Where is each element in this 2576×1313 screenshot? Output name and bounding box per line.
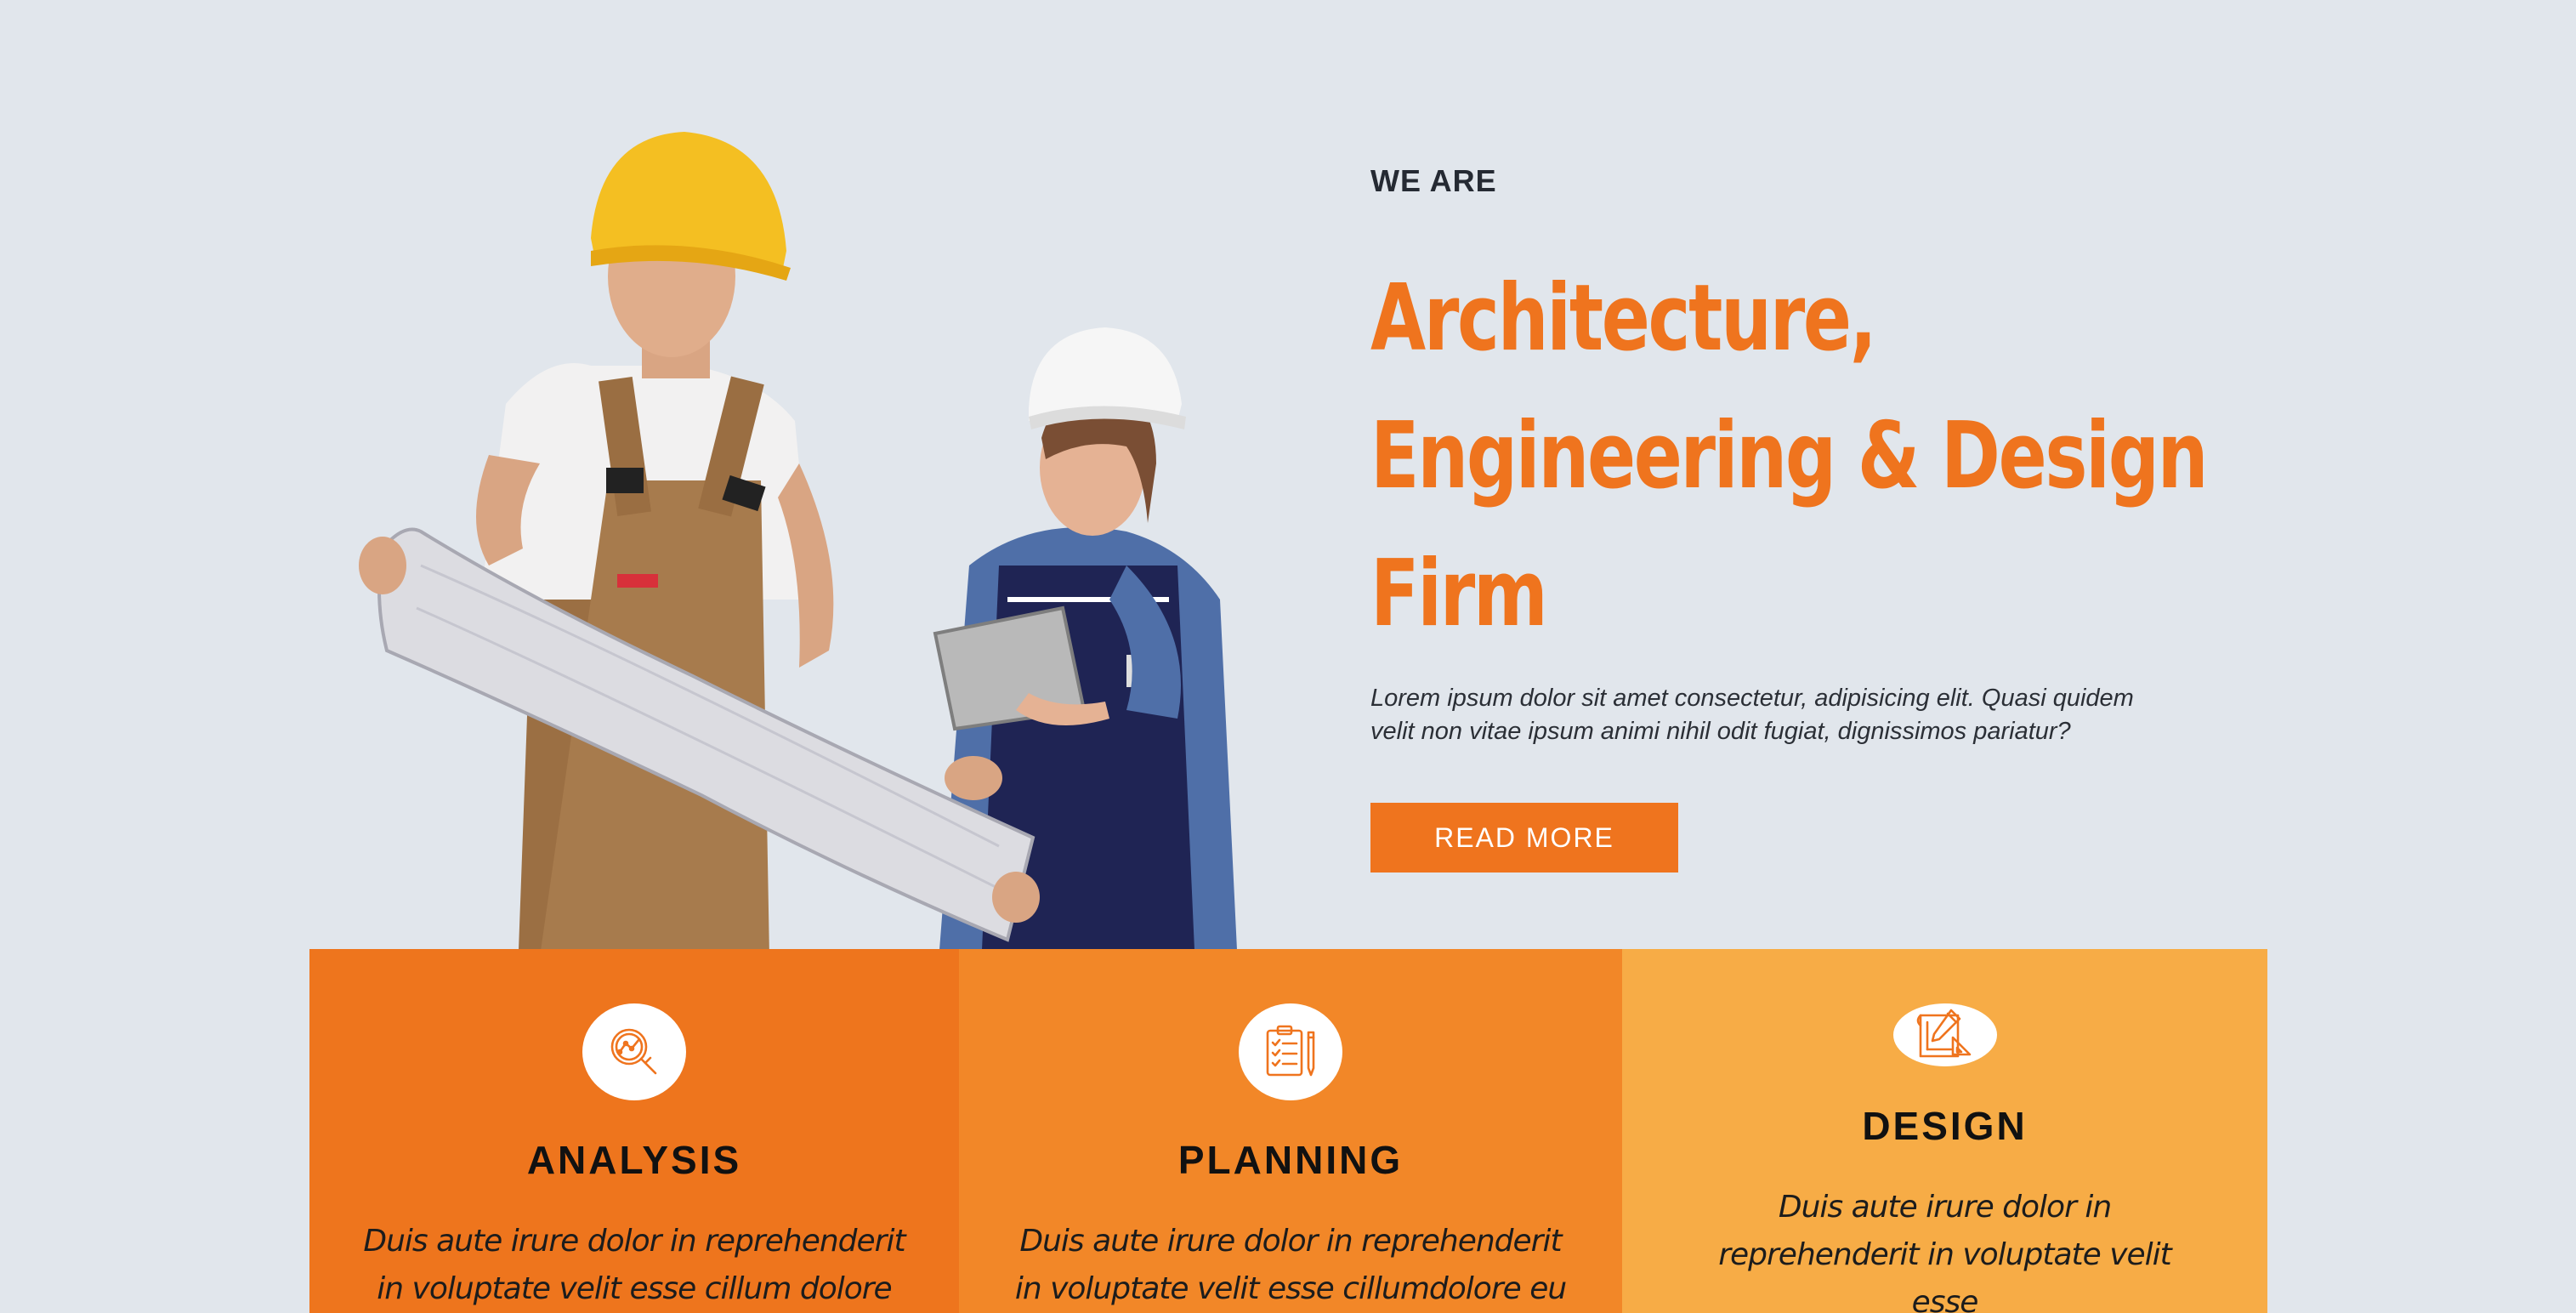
headline-line: Architecture, xyxy=(1370,265,1877,372)
blueprint-pencil-icon xyxy=(1892,1003,1997,1066)
eyebrow-label: WE ARE xyxy=(1370,163,1497,198)
feature-card-planning: PLANNING Duis aute irure dolor in repreh… xyxy=(959,949,1622,1313)
headline-line: Engineering & Design xyxy=(1370,403,2209,509)
magnifier-chart-icon xyxy=(582,1003,686,1100)
page: WE ARE Architecture, Engineering & Desig… xyxy=(0,0,2576,1313)
feature-card-design: DESIGN Duis aute irure dolor in reprehen… xyxy=(1622,949,2267,1313)
hero-description: Lorem ipsum dolor sit amet consectetur, … xyxy=(1370,685,2134,745)
feature-title: PLANNING xyxy=(1177,1138,1404,1182)
feature-text: Duis aute irure dolor in reprehenderit i… xyxy=(1718,1190,2172,1313)
headline-line: Firm xyxy=(1370,541,1548,647)
hero-text: WE ARE Architecture, Engineering & Desig… xyxy=(1370,162,2221,872)
feature-title: DESIGN xyxy=(1862,1104,2028,1148)
clipboard-checklist-icon xyxy=(1239,1003,1342,1100)
read-more-button[interactable]: READ MORE xyxy=(1370,803,1678,872)
feature-text: Duis aute irure dolor in reprehenderit i… xyxy=(363,1224,905,1306)
features-section: ANALYSIS Duis aute irure dolor in repreh… xyxy=(309,949,2267,1313)
hero-headline: Architecture, Engineering & Design Firm xyxy=(1370,250,2233,663)
workers-photo xyxy=(359,132,1237,950)
feature-title: ANALYSIS xyxy=(526,1138,742,1182)
feature-card-analysis: ANALYSIS Duis aute irure dolor in repreh… xyxy=(309,949,959,1313)
feature-text: Duis aute irure dolor in reprehenderit i… xyxy=(1014,1224,1567,1306)
